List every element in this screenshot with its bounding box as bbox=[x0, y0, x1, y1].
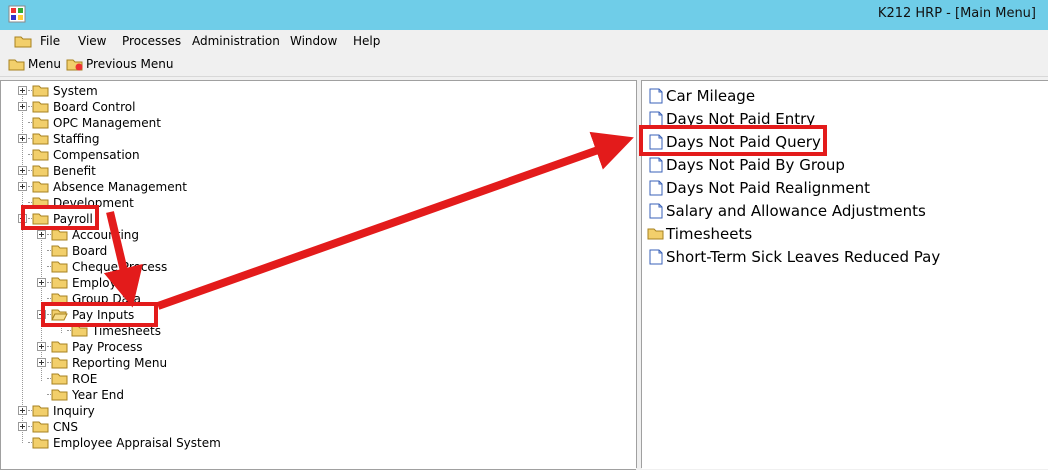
tree-node-label: Year End bbox=[72, 388, 125, 402]
window-title: K212 HRP - [Main Menu] bbox=[877, 6, 1036, 21]
list-item-label: Car Mileage bbox=[666, 87, 756, 105]
expand-icon[interactable] bbox=[37, 278, 46, 287]
folder-icon bbox=[51, 373, 68, 385]
menu-help[interactable]: Help bbox=[353, 34, 380, 48]
menu-bar: File View Processes Administration Windo… bbox=[0, 30, 1048, 52]
expand-icon[interactable] bbox=[18, 406, 27, 415]
tree-node-label: System bbox=[53, 84, 98, 98]
folder-icon bbox=[647, 228, 664, 240]
expand-icon[interactable] bbox=[18, 422, 27, 431]
tree-node-label: CNS bbox=[53, 420, 78, 434]
tree-node-label: OPC Management bbox=[53, 116, 161, 130]
menu-processes[interactable]: Processes bbox=[122, 34, 181, 48]
folder-icon bbox=[51, 277, 68, 289]
folder-icon bbox=[32, 117, 49, 129]
previous-menu-label: Previous Menu bbox=[86, 57, 174, 71]
tree-node-label: Absence Management bbox=[53, 180, 187, 194]
folder-icon bbox=[51, 357, 68, 369]
menu-window[interactable]: Window bbox=[290, 34, 337, 48]
menu-view[interactable]: View bbox=[78, 34, 106, 48]
menu-administration[interactable]: Administration bbox=[192, 34, 280, 48]
list-item-label: Short-Term Sick Leaves Reduced Pay bbox=[666, 248, 941, 266]
highlight-pay-inputs bbox=[41, 302, 158, 327]
document-icon bbox=[649, 180, 663, 196]
tree-node-label: Cheque Process bbox=[72, 260, 168, 274]
folder-icon bbox=[32, 437, 49, 449]
expand-icon[interactable] bbox=[18, 86, 27, 95]
document-icon bbox=[649, 88, 663, 104]
folder-icon bbox=[32, 101, 49, 113]
tree-node-label: Reporting Menu bbox=[72, 356, 168, 370]
tree-node-label: Board Control bbox=[53, 100, 136, 114]
list-item-label: Days Not Paid Realignment bbox=[666, 179, 871, 197]
document-icon bbox=[649, 203, 663, 219]
tree-node-label: Board bbox=[72, 244, 108, 258]
expand-icon[interactable] bbox=[37, 230, 46, 239]
folder-icon bbox=[32, 181, 49, 193]
highlight-days-not-paid-query bbox=[639, 125, 827, 156]
tree-node-label: ROE bbox=[72, 372, 98, 386]
expand-icon[interactable] bbox=[18, 134, 27, 143]
folder-icon bbox=[51, 245, 68, 257]
list-item-label: Timesheets bbox=[666, 225, 753, 243]
menu-file[interactable]: File bbox=[40, 34, 60, 48]
expand-icon[interactable] bbox=[18, 166, 27, 175]
tree-node-label: Employee Appraisal System bbox=[53, 436, 221, 450]
folder-icon bbox=[32, 133, 49, 145]
menu-tree: System Board Control OPC Management Staf… bbox=[0, 80, 636, 470]
expand-icon[interactable] bbox=[37, 358, 46, 367]
list-item-label: Days Not Paid By Group bbox=[666, 156, 845, 174]
expand-icon[interactable] bbox=[37, 342, 46, 351]
menu-button-label: Menu bbox=[28, 57, 61, 71]
tree-node-label: Pay Process bbox=[72, 340, 143, 354]
expand-icon[interactable] bbox=[18, 102, 27, 111]
menu-button[interactable]: Menu bbox=[8, 56, 64, 73]
folder-icon bbox=[32, 405, 49, 417]
highlight-payroll bbox=[21, 205, 99, 230]
folder-icon bbox=[32, 165, 49, 177]
tree-node-label: Staffing bbox=[53, 132, 100, 146]
app-logo-icon[interactable] bbox=[8, 5, 26, 23]
document-icon bbox=[649, 249, 663, 265]
tree-node-label: Benefit bbox=[53, 164, 96, 178]
folder-icon[interactable] bbox=[14, 34, 32, 48]
expand-icon[interactable] bbox=[18, 182, 27, 191]
folder-icon bbox=[51, 341, 68, 353]
tree-node-label: Accounting bbox=[72, 228, 140, 242]
previous-menu-button[interactable]: Previous Menu bbox=[66, 56, 174, 73]
folder-back-icon bbox=[66, 59, 83, 71]
folder-icon bbox=[8, 59, 25, 71]
title-bar: K212 HRP - [Main Menu] bbox=[0, 0, 1048, 30]
tree-node-label: Compensation bbox=[53, 148, 140, 162]
tree-node-label: Inquiry bbox=[53, 404, 95, 418]
folder-icon bbox=[51, 261, 68, 273]
document-icon bbox=[649, 157, 663, 173]
folder-icon bbox=[32, 421, 49, 433]
folder-icon bbox=[32, 85, 49, 97]
folder-icon bbox=[51, 389, 68, 401]
tree-guide-line bbox=[22, 91, 23, 443]
toolbar: Menu Previous Menu bbox=[0, 53, 1048, 77]
list-item-label: Salary and Allowance Adjustments bbox=[666, 202, 926, 220]
tree-node-label: Employee bbox=[72, 276, 132, 290]
folder-icon bbox=[32, 149, 49, 161]
